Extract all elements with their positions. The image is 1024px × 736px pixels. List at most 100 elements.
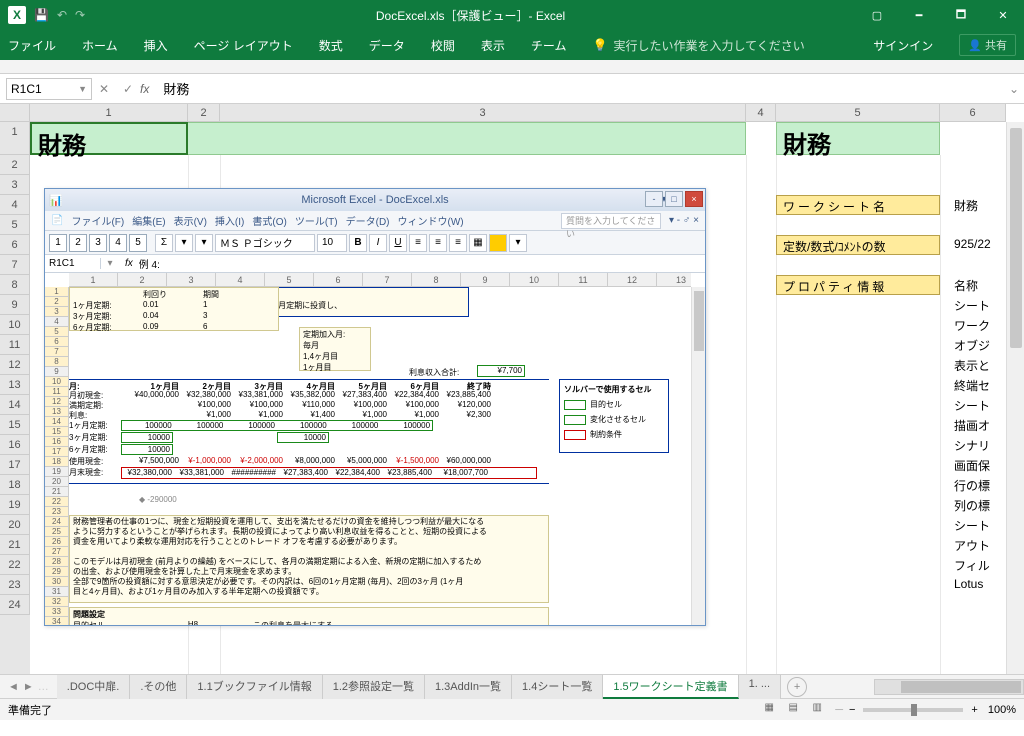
view-pagebreak-icon[interactable]: ▥: [806, 701, 828, 719]
name-box[interactable]: R1C1 ▼: [6, 78, 92, 100]
view-normal-icon[interactable]: ▦: [758, 701, 780, 719]
row-header[interactable]: 19: [0, 495, 30, 515]
sheet-tab[interactable]: 1. ...: [739, 675, 781, 699]
property-value[interactable]: シート: [954, 515, 1010, 535]
cell-r1c1[interactable]: 財務: [30, 122, 188, 155]
zoom-slider[interactable]: [863, 708, 963, 712]
property-value[interactable]: シナリ: [954, 435, 1010, 455]
label-property[interactable]: プロパティ情報: [776, 275, 940, 295]
row-header[interactable]: 3: [0, 175, 30, 195]
row-header[interactable]: 21: [0, 535, 30, 555]
emb-max-icon: □: [665, 191, 683, 207]
row-header[interactable]: 14: [0, 395, 30, 415]
property-value[interactable]: アウト: [954, 535, 1010, 555]
select-all-corner[interactable]: [0, 104, 30, 122]
formula-input[interactable]: [157, 81, 1004, 96]
row-header[interactable]: 23: [0, 575, 30, 595]
row-header[interactable]: 13: [0, 375, 30, 395]
column-headers[interactable]: 1 2 3 4 5 6: [30, 104, 1006, 122]
sheet-tab[interactable]: 1.5ワークシート定義書: [603, 675, 738, 699]
property-value[interactable]: 表示と: [954, 355, 1010, 375]
sheet-tab[interactable]: .DOC中扉.: [57, 675, 131, 699]
save-icon[interactable]: 💾: [34, 8, 49, 22]
row-header[interactable]: 2: [0, 155, 30, 175]
worksheet[interactable]: 1 2 3 4 5 6 1234567891011121314151617181…: [0, 104, 1024, 674]
sheet-tab[interactable]: 1.4シート一覧: [512, 675, 603, 699]
cell-r1-merged[interactable]: [188, 122, 746, 155]
tab-prev-icon[interactable]: ►: [23, 681, 34, 693]
tab-data[interactable]: データ: [369, 37, 405, 54]
property-value[interactable]: ワーク: [954, 315, 1010, 335]
row-header[interactable]: 18: [0, 475, 30, 495]
tab-formulas[interactable]: 数式: [319, 37, 343, 54]
cancel-icon[interactable]: ✕: [92, 82, 116, 96]
row-header[interactable]: 11: [0, 335, 30, 355]
tab-team[interactable]: チーム: [531, 37, 567, 54]
row-header[interactable]: 6: [0, 235, 30, 255]
zoom-in-icon[interactable]: +: [971, 704, 977, 716]
property-value[interactable]: シート: [954, 395, 1010, 415]
chevron-down-icon[interactable]: ▼: [78, 84, 87, 94]
row-header[interactable]: 5: [0, 215, 30, 235]
close-icon[interactable]: ✕: [982, 1, 1024, 29]
property-value[interactable]: 描画オ: [954, 415, 1010, 435]
property-value[interactable]: 列の標: [954, 495, 1010, 515]
row-header[interactable]: 1: [0, 122, 30, 155]
property-value[interactable]: シート: [954, 295, 1010, 315]
row-header[interactable]: 12: [0, 355, 30, 375]
tab-view[interactable]: 表示: [481, 37, 505, 54]
label-const-formula[interactable]: 定数/数式/ｺﾒﾝﾄの数: [776, 235, 940, 255]
vertical-scrollbar[interactable]: [1006, 122, 1024, 674]
property-value[interactable]: 行の標: [954, 475, 1010, 495]
row-header[interactable]: 10: [0, 315, 30, 335]
fx-icon[interactable]: fx: [140, 82, 149, 96]
signin-link[interactable]: サインイン: [873, 37, 933, 54]
expand-icon[interactable]: ⌄: [1004, 82, 1024, 96]
tab-insert[interactable]: 挿入: [144, 37, 168, 54]
property-value[interactable]: 画面保: [954, 455, 1010, 475]
cell-const-count[interactable]: 925/22: [954, 235, 1010, 255]
zoom-out-icon[interactable]: −: [849, 704, 855, 716]
zoom-level[interactable]: 100%: [988, 704, 1016, 716]
row-header[interactable]: 8: [0, 275, 30, 295]
tab-home[interactable]: ホーム: [82, 37, 118, 54]
label-worksheet-name[interactable]: ワークシート名: [776, 195, 940, 215]
row-header[interactable]: 4: [0, 195, 30, 215]
redo-icon[interactable]: ↷: [75, 8, 85, 22]
ribbon-display-icon[interactable]: ▢: [856, 1, 898, 29]
sheet-tab[interactable]: 1.3AddIn一覧: [425, 675, 512, 699]
tab-review[interactable]: 校閲: [431, 37, 455, 54]
property-value[interactable]: Lotus: [954, 575, 1010, 595]
sheet-tab[interactable]: 1.2参照設定一覧: [323, 675, 425, 699]
sheet-tab[interactable]: 1.1ブックファイル情報: [187, 675, 322, 699]
cell-property-name[interactable]: 名称: [954, 275, 1010, 295]
tab-layout[interactable]: ページ レイアウト: [194, 37, 293, 54]
enter-icon[interactable]: ✓: [116, 82, 140, 96]
row-header[interactable]: 20: [0, 515, 30, 535]
property-value[interactable]: フィル: [954, 555, 1010, 575]
cell-worksheet-name-value[interactable]: 財務: [954, 195, 1010, 215]
row-header[interactable]: 22: [0, 555, 30, 575]
tab-first-icon[interactable]: ◄: [8, 681, 19, 693]
share-button[interactable]: 👤 共有: [959, 34, 1016, 56]
property-value[interactable]: 終端セ: [954, 375, 1010, 395]
horizontal-scrollbar[interactable]: [874, 679, 1024, 695]
maximize-icon[interactable]: 🗖: [940, 1, 982, 29]
scrollbar-thumb[interactable]: [1010, 128, 1022, 348]
undo-icon[interactable]: ↶: [57, 8, 67, 22]
add-sheet-button[interactable]: +: [787, 677, 807, 697]
sheet-tab[interactable]: .その他: [130, 675, 187, 699]
cell-r1c5[interactable]: 財務: [776, 122, 940, 155]
row-header[interactable]: 17: [0, 455, 30, 475]
tell-me[interactable]: 💡 実行したい作業を入力してください: [592, 37, 804, 54]
minimize-icon[interactable]: ━: [898, 1, 940, 29]
view-layout-icon[interactable]: ▤: [782, 701, 804, 719]
property-value[interactable]: オブジ: [954, 335, 1010, 355]
row-header[interactable]: 16: [0, 435, 30, 455]
row-header[interactable]: 15: [0, 415, 30, 435]
row-headers[interactable]: 123456789101112131415161718192021222324: [0, 122, 30, 674]
row-header[interactable]: 24: [0, 595, 30, 615]
tab-file[interactable]: ファイル: [8, 37, 56, 54]
row-header[interactable]: 9: [0, 295, 30, 315]
row-header[interactable]: 7: [0, 255, 30, 275]
